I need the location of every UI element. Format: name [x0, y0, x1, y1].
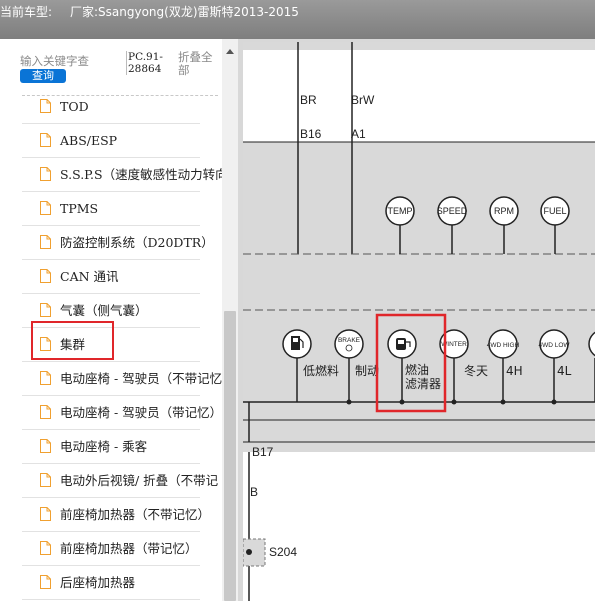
document-icon	[40, 337, 51, 351]
document-icon	[40, 371, 51, 385]
document-icon	[40, 575, 51, 589]
gauge-label: RPM	[494, 206, 514, 216]
tree-item[interactable]: 电动外后视镜/ 折叠（不带记	[22, 464, 218, 498]
gauge-label: FUEL	[543, 206, 566, 216]
wiring-diagram-svg: BR BrW B16 A1 TEMP SPEED RPM FUEL 低燃料 BR…	[243, 42, 595, 601]
tree-item[interactable]: 前座椅加热器（带记忆）	[22, 532, 200, 566]
indicator-glyph: 4WD LOW	[538, 342, 570, 349]
title-bar: 当前车型: 厂家:Ssangyong(双龙)雷斯特2013-2015	[0, 0, 595, 39]
tree-item[interactable]: 气囊（侧气囊）	[22, 294, 200, 328]
tree-item-label: TOD	[60, 99, 89, 114]
tree-item[interactable]: 防盗控制系统（D20DTR）	[22, 226, 214, 260]
search-input[interactable]	[20, 52, 96, 70]
title-model: 厂家:Ssangyong(双龙)雷斯特2013-2015	[70, 5, 299, 19]
pin-label-a1: A1	[351, 127, 366, 141]
indicator-label-line2: 滤清器	[405, 377, 441, 391]
document-icon	[40, 201, 51, 215]
document-icon	[40, 439, 51, 453]
indicator-glyph: BRAKE	[338, 337, 361, 344]
tree-item[interactable]: ABS/ESP	[22, 124, 200, 158]
indicator-label: 4L	[557, 364, 572, 378]
tree-item[interactable]: 电动座椅 - 乘客	[22, 430, 200, 464]
document-icon	[40, 473, 51, 487]
tree-item[interactable]: CAN 通讯	[22, 260, 200, 294]
document-icon	[40, 541, 51, 555]
tree-item[interactable]: 电动座椅 - 驾驶员（带记忆）	[22, 396, 222, 430]
tree-item[interactable]: 前座椅加热器（不带记忆）	[22, 498, 210, 532]
tree-item-label: 前座椅加热器（带记忆）	[60, 541, 198, 556]
document-icon	[40, 303, 51, 317]
document-code: PC.91-28864	[126, 51, 166, 75]
tree-item-label: 电动座椅 - 乘客	[60, 439, 148, 454]
tree-item-label: 电动外后视镜/ 折叠（不带记	[60, 473, 219, 488]
tree-item[interactable]: TOD	[22, 90, 200, 124]
tree-item[interactable]: S.S.P.S（速度敏感性动力转向	[22, 158, 228, 192]
tree-item-label: ABS/ESP	[60, 133, 118, 148]
tree-item[interactable]: 电动座椅 - 驾驶员（不带记忆	[22, 362, 222, 396]
tree-item-label: CAN 通讯	[60, 269, 119, 284]
search-bar: 查询 PC.91-28864 折叠全部	[0, 39, 222, 95]
collapse-all-button[interactable]: 折叠全部	[178, 51, 218, 77]
left-panel: 查询 PC.91-28864 折叠全部 TOD ABS/ESP S.S.P.S（…	[0, 39, 238, 601]
indicator-label: 冬天	[464, 363, 488, 378]
diagram-band-top	[243, 42, 595, 50]
cluster-block	[243, 142, 595, 452]
tree-item-label: 电动座椅 - 驾驶员（不带记忆	[60, 371, 223, 386]
tree-item-label: TPMS	[60, 201, 99, 216]
tree-item[interactable]: TPMS	[22, 192, 200, 226]
pin-label-b17: B17	[252, 445, 274, 459]
tree-item-label: 前座椅加热器（不带记忆）	[60, 507, 211, 522]
document-icon	[40, 405, 51, 419]
tree-item[interactable]: 后座椅加热器	[22, 566, 200, 600]
tree-item-label: 防盗控制系统（D20DTR）	[60, 235, 214, 250]
indicator-label: 低燃料	[303, 363, 339, 378]
wiring-diagram[interactable]: BR BrW B16 A1 TEMP SPEED RPM FUEL 低燃料 BR…	[243, 42, 595, 601]
wire-label-brw: BrW	[351, 93, 375, 107]
indicator-label: 4H	[506, 364, 523, 378]
tree-scrollbar[interactable]	[222, 39, 238, 601]
tree-item-selected[interactable]: 集群	[22, 328, 200, 362]
title-prefix: 当前车型:	[0, 5, 53, 19]
gauge-label: TEMP	[387, 206, 412, 216]
indicator-label: 燃油	[405, 362, 429, 377]
pin-label-b16: B16	[300, 127, 322, 141]
scrollbar-thumb[interactable]	[224, 311, 236, 601]
tree-item-label: S.S.P.S（速度敏感性动力转向	[60, 167, 228, 182]
tree-item-label: 气囊（侧气囊）	[60, 303, 148, 318]
tree-item-label: 集群	[60, 337, 86, 352]
document-icon	[40, 99, 51, 113]
document-icon	[40, 235, 51, 249]
indicator-label: 制动	[355, 364, 379, 378]
document-icon	[40, 269, 51, 283]
wire-label-br: BR	[300, 93, 317, 107]
search-button[interactable]: 查询	[20, 69, 66, 83]
document-icon	[40, 133, 51, 147]
indicator-glyph: 4WD HIGH	[487, 342, 520, 349]
tree-item-label: 后座椅加热器	[60, 575, 136, 590]
document-icon	[40, 167, 51, 181]
document-icon	[40, 507, 51, 521]
gauge-label: SPEED	[437, 206, 468, 216]
wire-label-b: B	[250, 485, 258, 499]
splice-label-s204: S204	[269, 545, 297, 559]
triangle-up-icon[interactable]	[222, 45, 238, 57]
tree-item-label: 电动座椅 - 驾驶员（带记忆）	[60, 405, 223, 420]
